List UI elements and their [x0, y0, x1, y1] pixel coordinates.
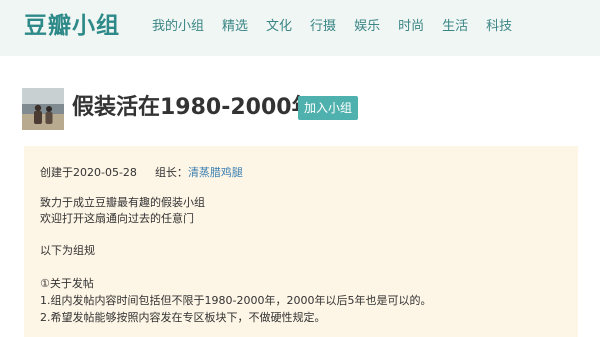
rule-item: 2.希望发帖能够按照内容发在专区板块下，不做硬性规定。 — [40, 311, 326, 324]
group-title: 假装活在1980-2000年 — [72, 95, 314, 120]
group-header: 假装活在1980-2000年 加入小组 — [22, 88, 582, 130]
nav-menu: 我的小组 精选 文化 行摄 娱乐 时尚 生活 科技 — [152, 18, 530, 36]
nav-item-life[interactable]: 生活 — [442, 18, 468, 36]
created-date: 创建于2020-05-28 — [40, 166, 137, 179]
nav-item-my-groups[interactable]: 我的小组 — [152, 18, 204, 36]
group-avatar — [22, 88, 64, 130]
nav-item-travel[interactable]: 行摄 — [310, 18, 336, 36]
rule-item: 1.组内发帖内容时间包括但不限于1980-2000年，2000年以后5年也是可以… — [40, 294, 432, 307]
join-group-button[interactable]: 加入小组 — [298, 96, 358, 120]
group-avatar-photo — [22, 88, 64, 130]
rule-section-title: ①关于发帖 — [40, 277, 94, 290]
nav-item-tech[interactable]: 科技 — [486, 18, 512, 36]
description-line: 致力于成立豆瓣最有趣的假装小组 — [40, 196, 205, 209]
owner-label: 组长： — [154, 166, 188, 179]
owner-name-link[interactable]: 清蒸腊鸡腿 — [188, 166, 243, 179]
description-line: 欢迎打开这扇通向过去的任意门 — [40, 212, 194, 225]
nav-item-fashion[interactable]: 时尚 — [398, 18, 424, 36]
group-meta: 创建于2020-05-28 组长：清蒸腊鸡腿 — [40, 165, 243, 181]
nav-item-culture[interactable]: 文化 — [266, 18, 292, 36]
nav-item-entertainment[interactable]: 娱乐 — [354, 18, 380, 36]
top-navigation: 豆瓣小组 我的小组 精选 文化 行摄 娱乐 时尚 生活 科技 — [0, 0, 600, 56]
douban-group-logo[interactable]: 豆瓣小组 — [24, 10, 120, 42]
rules-heading: 以下为组规 — [40, 244, 95, 257]
group-info-card: 创建于2020-05-28 组长：清蒸腊鸡腿 致力于成立豆瓣最有趣的假装小组 欢迎… — [24, 146, 578, 337]
nav-item-featured[interactable]: 精选 — [222, 18, 248, 36]
